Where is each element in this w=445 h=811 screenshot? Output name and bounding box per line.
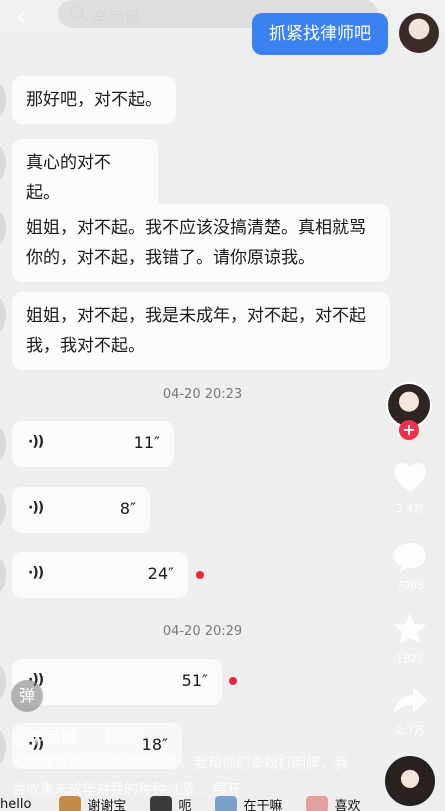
- contact-avatar[interactable]: [0, 557, 6, 593]
- timestamp: 04-20 20:29: [162, 624, 243, 639]
- heart-icon: [394, 463, 426, 492]
- share-arrow-icon: [393, 687, 427, 715]
- my-avatar[interactable]: [399, 13, 439, 53]
- voice-message[interactable]: ·)) 11″: [12, 421, 174, 467]
- quick-reply-chip[interactable]: hello: [0, 797, 31, 811]
- contact-avatar[interactable]: [0, 145, 6, 181]
- quick-reply-chip[interactable]: 谢谢宝: [59, 795, 126, 811]
- comment-icon: [394, 543, 426, 572]
- quick-reply-bar: hello 谢谢宝 呃 在干嘛 喜欢: [0, 794, 445, 811]
- voice-duration: 11″: [133, 433, 160, 452]
- message-bubble[interactable]: 姐姐，对不起。我不应该没搞清楚。真相就骂你的，对不起，我错了。请你原谅我。: [12, 204, 390, 282]
- voice-wave-icon: ·)): [28, 500, 44, 516]
- quick-reply-label: 呃: [178, 798, 192, 811]
- quick-reply-label: 谢谢宝: [87, 798, 127, 811]
- contact-avatar[interactable]: [0, 210, 6, 246]
- quick-reply-label: hello: [0, 796, 32, 811]
- favorite-button[interactable]: 1927: [385, 612, 435, 665]
- sticker-icon: [215, 795, 238, 811]
- voice-message[interactable]: ·)) 8″: [12, 487, 150, 533]
- quick-reply-label: 喜欢: [334, 798, 361, 811]
- quick-reply-chip[interactable]: 呃: [150, 795, 191, 811]
- comment-button[interactable]: 7003: [385, 541, 435, 592]
- contact-avatar[interactable]: [0, 491, 6, 527]
- message-bubble[interactable]: 姐姐，对不起，我是未成年，对不起，对不起我，我对不起。: [12, 292, 390, 370]
- sent-message[interactable]: 抓紧找律师吧: [252, 13, 388, 55]
- back-arrow-icon[interactable]: ‹: [16, 2, 26, 32]
- favorite-count: 1927: [396, 652, 424, 665]
- share-button[interactable]: 2.7万: [385, 686, 435, 738]
- voice-message[interactable]: ·)) 24″: [12, 552, 188, 598]
- author-name[interactable]: @辛雨锡: [12, 724, 76, 748]
- star-icon: [393, 613, 427, 644]
- voice-duration: 8″: [119, 499, 136, 518]
- search-icon: [70, 5, 84, 19]
- voice-duration: 24″: [147, 564, 174, 583]
- voice-message[interactable]: ·)) 51″: [12, 659, 222, 705]
- chat-screen: ‹ 辛雨锡 搜索 抓紧找律师吧 那好吧，对不起。 真心的对不起。 姐姐，对不起。…: [0, 0, 445, 811]
- search-query: 辛雨锡: [92, 8, 141, 27]
- contact-avatar[interactable]: [0, 297, 6, 333]
- voice-wave-icon: ·)): [28, 434, 44, 450]
- timestamp: 04-20 20:23: [162, 387, 243, 402]
- sticker-icon: [150, 795, 173, 811]
- voice-wave-icon: ·)): [28, 565, 44, 581]
- danmu-button[interactable]: 弹: [11, 680, 43, 712]
- post-time: · 1天前: [96, 730, 139, 745]
- comment-count: 7003: [396, 579, 424, 592]
- sticker-icon: [59, 795, 82, 811]
- contact-avatar[interactable]: [0, 729, 6, 765]
- unread-dot: [229, 677, 237, 685]
- quick-reply-chip[interactable]: 在干嘛: [215, 795, 282, 811]
- quick-reply-label: 在干嘛: [243, 798, 283, 811]
- contact-avatar[interactable]: [0, 664, 6, 700]
- message-bubble[interactable]: 那好吧，对不起。: [12, 76, 176, 124]
- quick-reply-chip[interactable]: 喜欢: [306, 795, 360, 811]
- contact-avatar[interactable]: [0, 426, 6, 462]
- share-count: 2.7万: [395, 724, 425, 737]
- like-count: 3.4万: [395, 502, 425, 515]
- like-button[interactable]: 3.4万: [385, 462, 435, 516]
- unread-dot: [196, 571, 204, 579]
- contact-avatar[interactable]: [0, 82, 6, 118]
- sticker-icon: [306, 795, 329, 811]
- voice-duration: 51″: [181, 671, 208, 690]
- follow-button[interactable]: +: [399, 420, 419, 440]
